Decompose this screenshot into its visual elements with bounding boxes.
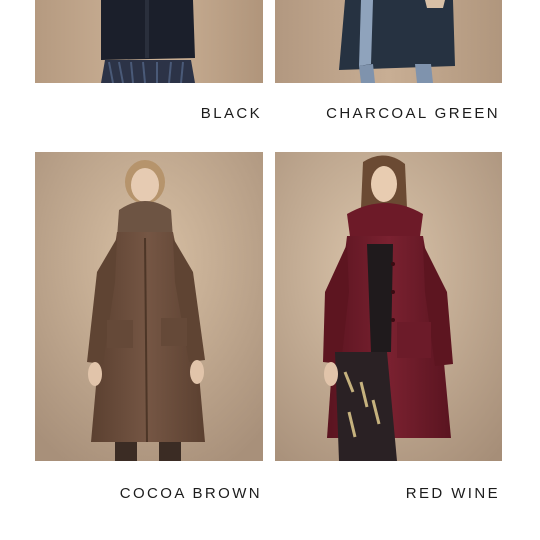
coat-photo-cocoa-brown (35, 152, 263, 461)
color-label-cocoa-brown: COCOA BROWN (119, 485, 262, 502)
color-label-charcoal-green: CHARCOAL GREEN (326, 105, 500, 122)
coat-photo-charcoal-green (275, 0, 502, 83)
coat-photo-black (35, 0, 263, 83)
color-label-black: BLACK (200, 105, 262, 122)
color-label-red-wine: RED WINE (405, 485, 500, 502)
coat-photo-red-wine (275, 152, 502, 461)
